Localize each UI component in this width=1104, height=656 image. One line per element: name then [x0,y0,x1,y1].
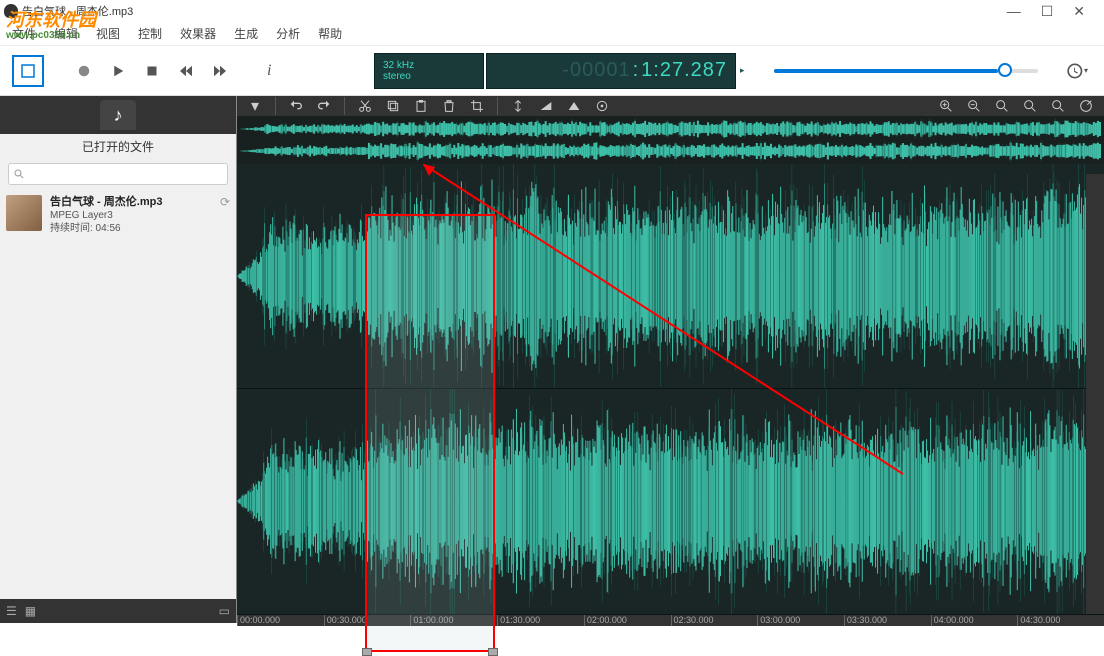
history-button[interactable]: ▾ [1060,55,1092,87]
sidebar-tabs: ♪ [0,96,236,134]
time-display: -00001:1:27.287 [486,53,736,89]
ruler-tick: 02:30.000 [671,615,758,626]
editor-toolbar: ▾ [237,96,1104,116]
panel-toggle-icon[interactable]: ▭ [219,604,230,618]
normalize-button[interactable] [564,96,584,116]
grid-view-icon[interactable]: ▦ [25,604,36,618]
redo-button[interactable] [314,96,334,116]
time-decimal-dim: -00001 [562,59,630,82]
menu-control[interactable]: 控制 [138,25,162,42]
zoom-in-button[interactable] [936,96,956,116]
zoom-fit-button[interactable] [1020,96,1040,116]
selection-handle-left[interactable] [362,648,372,656]
ruler-tick: 04:30.000 [1017,615,1104,626]
insert-silence-button[interactable] [508,96,528,116]
ruler-tick: 01:30.000 [497,615,584,626]
crop-button[interactable] [467,96,487,116]
loop-icon[interactable]: ⟳ [220,195,230,235]
window-controls: — ☐ ✕ [1007,3,1100,20]
forward-button[interactable] [204,55,236,87]
effect-button[interactable] [592,96,612,116]
menu-help[interactable]: 帮助 [318,25,342,42]
copy-button[interactable] [383,96,403,116]
file-duration: 持续时间: 04:56 [50,222,162,235]
files-tab[interactable]: ♪ [100,100,136,130]
main-toolbar: i 32 kHz stereo -00001:1:27.287 ▸ ▾ [0,46,1104,96]
file-list-item[interactable]: 告白气球 - 周杰伦.mp3 MPEG Layer3 持续时间: 04:56 ⟳ [0,189,236,241]
record-button[interactable] [68,55,100,87]
menu-analyze[interactable]: 分析 [276,25,300,42]
time-main: 1:27.287 [641,59,727,82]
file-codec: MPEG Layer3 [50,209,162,222]
titlebar: 告白气球 - 周杰伦.mp3 — ☐ ✕ [0,0,1104,22]
time-unit-toggle[interactable]: ▸ [740,65,752,76]
rewind-button[interactable] [170,55,202,87]
search-input[interactable] [8,163,228,185]
sidebar: ♪ 已打开的文件 告白气球 - 周杰伦.mp3 MPEG Layer3 持续时间… [0,96,237,623]
play-button[interactable] [102,55,134,87]
search-field[interactable] [25,168,223,180]
fade-button[interactable] [536,96,556,116]
undo-button[interactable] [286,96,306,116]
ruler-tick: 03:30.000 [844,615,931,626]
zoom-out-button[interactable] [964,96,984,116]
amplitude-ruler [1086,174,1104,614]
audio-info-box: 32 kHz stereo [374,53,484,89]
select-tool-button[interactable] [12,55,44,87]
menu-file[interactable]: 文件 [12,25,36,42]
maximize-button[interactable]: ☐ [1041,3,1054,20]
sidebar-title: 已打开的文件 [0,134,236,159]
menubar: 文件 编辑 视图 控制 效果器 生成 分析 帮助 [0,22,1104,46]
overview-waveform[interactable] [237,116,1104,164]
ruler-tick: 00:00.000 [237,615,324,626]
ruler-tick: 02:00.000 [584,615,671,626]
info-button[interactable]: i [260,55,292,87]
sample-rate-label: 32 kHz [383,60,475,71]
delete-button[interactable] [439,96,459,116]
marker-button[interactable] [1076,96,1096,116]
selection-handle-right[interactable] [488,648,498,656]
paste-button[interactable] [411,96,431,116]
file-thumbnail [6,195,42,231]
search-icon [13,168,25,180]
track-dropdown[interactable]: ▾ [245,96,265,116]
cut-button[interactable] [355,96,375,116]
waveform-editor[interactable] [237,164,1104,615]
app-icon [4,4,18,18]
file-name: 告白气球 - 周杰伦.mp3 [50,195,162,209]
zoom-selection-button[interactable] [992,96,1012,116]
menu-edit[interactable]: 编辑 [54,25,78,42]
stop-button[interactable] [136,55,168,87]
ruler-tick: 03:00.000 [757,615,844,626]
close-button[interactable]: ✕ [1073,3,1085,20]
volume-slider[interactable] [754,69,1058,73]
editor-area: ▾ [237,96,1104,623]
sidebar-statusbar: ☰ ▦ ▭ [0,599,236,623]
selection-region[interactable] [365,214,495,652]
channels-label: stereo [383,71,475,82]
menu-effects[interactable]: 效果器 [180,25,216,42]
minimize-button[interactable]: — [1007,3,1021,20]
menu-generate[interactable]: 生成 [234,25,258,42]
workspace: ♪ 已打开的文件 告白气球 - 周杰伦.mp3 MPEG Layer3 持续时间… [0,96,1104,623]
list-view-icon[interactable]: ☰ [6,604,17,618]
file-info: 告白气球 - 周杰伦.mp3 MPEG Layer3 持续时间: 04:56 [50,195,162,235]
ruler-tick: 04:00.000 [931,615,1018,626]
window-title: 告白气球 - 周杰伦.mp3 [22,3,133,19]
zoom-vertical-button[interactable] [1048,96,1068,116]
menu-view[interactable]: 视图 [96,25,120,42]
